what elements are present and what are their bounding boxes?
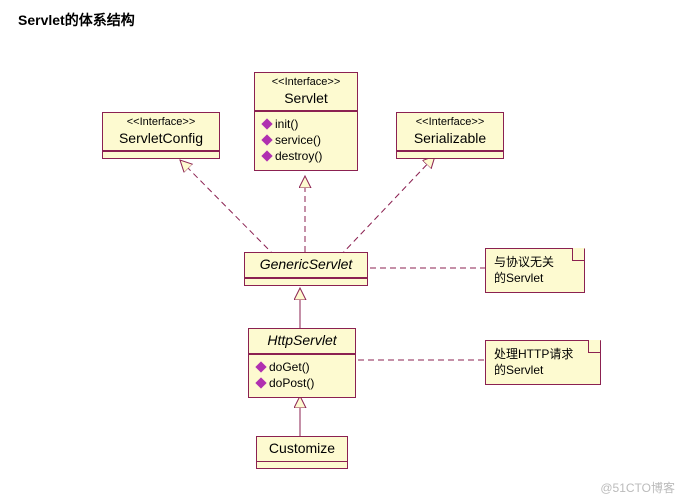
diamond-icon [261, 135, 272, 146]
class-header: GenericServlet [245, 253, 367, 278]
class-name: Serializable [403, 130, 497, 148]
class-httpservlet: HttpServlet doGet() doPost() [248, 328, 356, 398]
class-header: Customize [257, 437, 347, 461]
class-name: Servlet [261, 90, 351, 108]
class-header: HttpServlet [249, 329, 355, 354]
op-label: doGet() [269, 360, 310, 374]
note-line: 的Servlet [494, 363, 543, 377]
op-label: service() [275, 133, 321, 147]
operation: destroy() [261, 148, 351, 164]
watermark: @51CTO博客 [600, 479, 675, 496]
class-name: ServletConfig [109, 130, 213, 148]
class-name: GenericServlet [251, 256, 361, 274]
operation: doPost() [255, 375, 349, 391]
op-label: destroy() [275, 149, 322, 163]
class-servlet: <<Interface>> Servlet init() service() d… [254, 72, 358, 171]
note-generic: 与协议无关 的Servlet [485, 248, 585, 293]
empty-section [103, 151, 219, 158]
operation: doGet() [255, 359, 349, 375]
empty-section [245, 278, 367, 285]
operations-section: doGet() doPost() [249, 354, 355, 397]
diamond-icon [255, 361, 266, 372]
page-title: Servlet的体系结构 [18, 10, 135, 30]
class-serializable: <<Interface>> Serializable [396, 112, 504, 159]
op-label: doPost() [269, 376, 314, 390]
class-header: <<Interface>> Serializable [397, 113, 503, 151]
stereotype-label: <<Interface>> [109, 116, 213, 130]
note-line: 的Servlet [494, 271, 543, 285]
diamond-icon [261, 119, 272, 130]
note-http: 处理HTTP请求 的Servlet [485, 340, 601, 385]
class-customize: Customize [256, 436, 348, 469]
stereotype-label: <<Interface>> [261, 76, 351, 90]
operations-section: init() service() destroy() [255, 111, 357, 170]
class-genericservlet: GenericServlet [244, 252, 368, 286]
empty-section [397, 151, 503, 158]
class-header: <<Interface>> ServletConfig [103, 113, 219, 151]
class-servletconfig: <<Interface>> ServletConfig [102, 112, 220, 159]
class-name: Customize [263, 440, 341, 458]
empty-section [257, 461, 347, 468]
diamond-icon [255, 377, 266, 388]
class-header: <<Interface>> Servlet [255, 73, 357, 111]
operation: init() [261, 116, 351, 132]
note-line: 处理HTTP请求 [494, 347, 573, 361]
diamond-icon [261, 151, 272, 162]
op-label: init() [275, 117, 298, 131]
class-name: HttpServlet [255, 332, 349, 350]
operation: service() [261, 132, 351, 148]
note-line: 与协议无关 [494, 255, 554, 269]
stereotype-label: <<Interface>> [403, 116, 497, 130]
